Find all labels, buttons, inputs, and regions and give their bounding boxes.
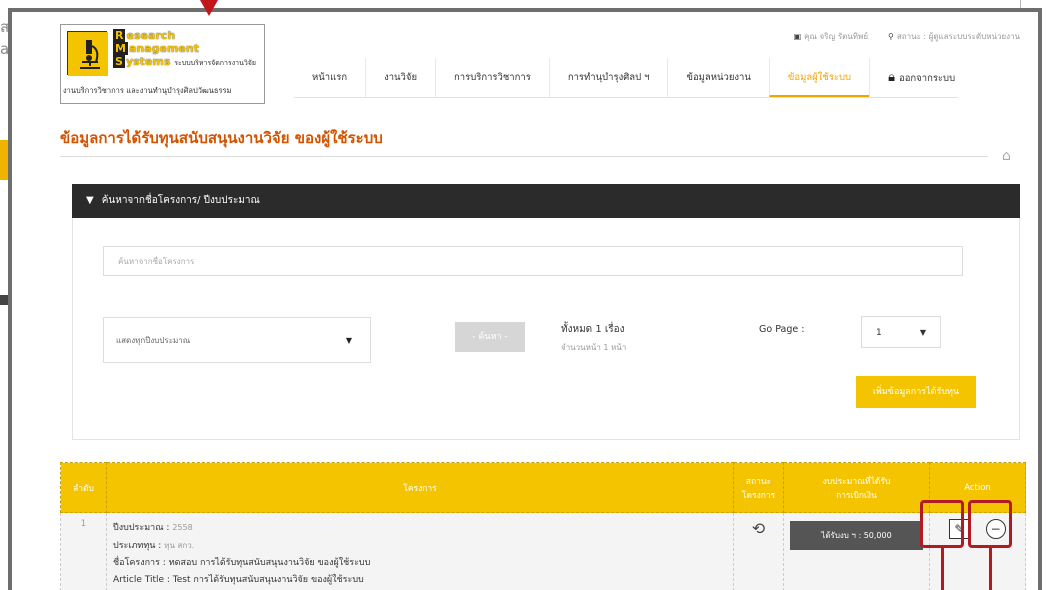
id-card-icon: ▣ — [793, 32, 802, 41]
user-name[interactable]: ▣ คุณ จริญ รัตนทิพย์ — [794, 30, 868, 43]
funding-table: ลำดับ โครงการ สถานะ โครงการ งบประมาณที่ได… — [60, 462, 1026, 590]
row-budget: ได้รับงบ ฯ : 50,000 — [783, 512, 930, 590]
search-button[interactable]: - ค้นหา - — [455, 322, 525, 352]
add-funding-button[interactable]: เพิ่มข้อมูลการได้รับทุน — [856, 376, 976, 408]
row-index: 1 — [60, 512, 107, 590]
user-status: ⚲ สถานะ : ผู้ดูแลระบบระดับหน่วยงาน — [888, 32, 1020, 41]
search-input[interactable]: ค้นหาจากชื่อโครงการ — [103, 246, 963, 276]
page-title: ข้อมูลการได้รับทุนสนับสนุนงานวิจัย ของผู… — [60, 129, 383, 147]
col-project: โครงการ — [106, 462, 734, 513]
callout-arrow — [200, 0, 218, 16]
table-row: 1 ปีงบประมาณ : 2558 ประเภททุน : ทุน สกว.… — [60, 512, 1026, 590]
lock-icon: 🔒︎ — [888, 70, 896, 85]
result-count: ทั้งหมด 1 เรื่อง จำนวนหน้า 1 หน้า — [561, 324, 627, 352]
row-project: ปีงบประมาณ : 2558 ประเภททุน : ทุน สกว. ช… — [106, 512, 734, 590]
user-bar: ▣ คุณ จริญ รัตนทิพย์ ⚲ สถานะ : ผู้ดูแลระบบ… — [794, 30, 1020, 43]
table-header-row: ลำดับ โครงการ สถานะ โครงการ งบประมาณที่ได… — [60, 462, 1026, 513]
logo-subtitle: งานบริการวิชาการ และงานทำนุบำรุงศิลปวัฒน… — [63, 86, 232, 95]
col-budget: งบประมาณที่ได้รับ การเบิกเงิน — [783, 462, 930, 513]
home-icon[interactable]: ⌂ — [1002, 148, 1018, 164]
remove-callout-line — [989, 548, 992, 590]
edit-highlight-box — [920, 500, 964, 548]
nav-item-user-info[interactable]: ข้อมูลผู้ใช้ระบบ — [768, 58, 870, 97]
search-panel: ค้นหาจากชื่อโครงการ แสดงทุกปีงบประมาณ ▼ … — [72, 218, 1020, 440]
year-select[interactable]: แสดงทุกปีงบประมาณ ▼ — [103, 317, 371, 363]
screenshot-frame: Research Management Systems ระบบบริหารจั… — [8, 8, 1042, 590]
background-accent-strip — [0, 140, 8, 180]
page-count: จำนวนหน้า 1 หน้า — [561, 343, 627, 352]
microscope-icon — [67, 31, 108, 76]
logout-button[interactable]: 🔒︎ ออกจากระบบ — [869, 58, 973, 97]
remove-highlight-box — [968, 500, 1012, 548]
caret-down-icon: ▼ — [345, 336, 352, 345]
go-page-label: Go Page : — [759, 324, 805, 335]
col-status: สถานะ โครงการ — [733, 462, 784, 513]
caret-down-icon: ▼ — [919, 328, 926, 337]
nav-item-home[interactable]: หน้าแรก — [294, 58, 365, 97]
chevron-down-icon: ▼ — [86, 195, 94, 206]
edit-callout-line — [941, 548, 944, 590]
go-page-select[interactable]: 1 ▼ — [861, 316, 941, 348]
main-nav: หน้าแรก งานวิจัย การบริการวิชาการ การทำน… — [294, 58, 958, 98]
nav-item-research[interactable]: งานวิจัย — [365, 58, 435, 97]
logo-text: Research Management Systems ระบบบริหารจั… — [113, 29, 256, 68]
search-panel-header[interactable]: ▼ ค้นหาจากชื่อโครงการ/ ปีงบประมาณ — [72, 184, 1020, 218]
col-index: ลำดับ — [60, 462, 107, 513]
repeat-icon[interactable]: ⟲ — [740, 519, 777, 538]
nav-item-arts-culture[interactable]: การทำนุบำรุงศิลป ฯ — [548, 58, 668, 97]
row-status: ⟲ — [733, 512, 784, 590]
title-divider — [60, 156, 988, 157]
nav-item-academic-service[interactable]: การบริการวิชาการ — [435, 58, 549, 97]
budget-badge[interactable]: ได้รับงบ ฯ : 50,000 — [790, 521, 923, 550]
site-logo[interactable]: Research Management Systems ระบบบริหารจั… — [60, 24, 265, 104]
nav-item-organization[interactable]: ข้อมูลหน่วยงาน — [667, 58, 768, 97]
location-pin-icon: ⚲ — [888, 32, 894, 41]
